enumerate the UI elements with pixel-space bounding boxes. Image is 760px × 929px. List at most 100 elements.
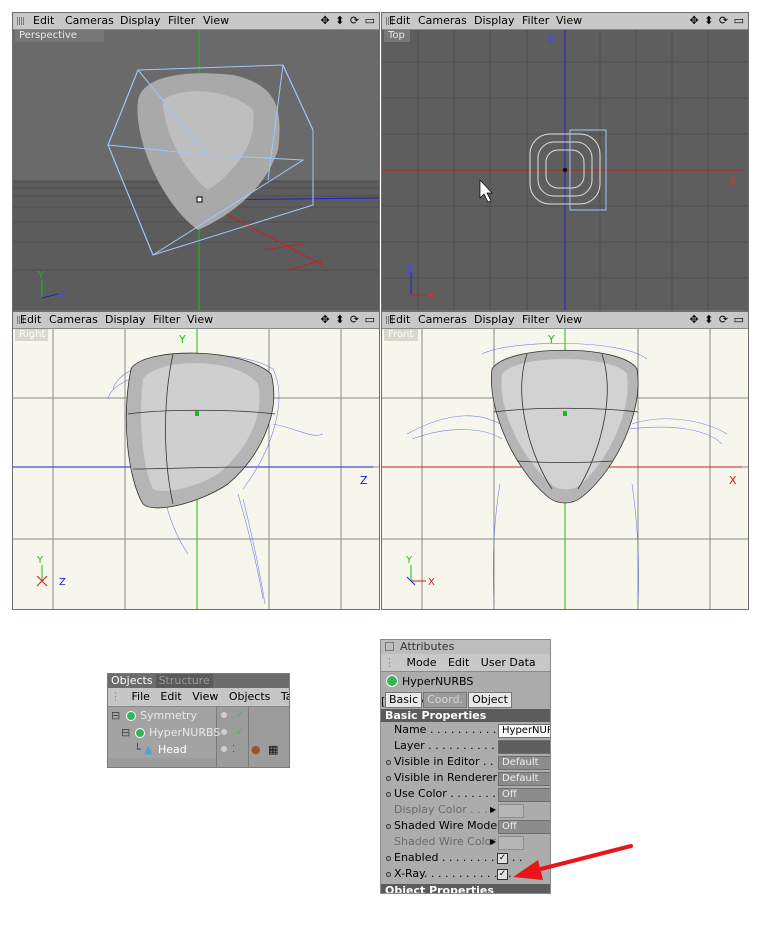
object-row-symmetry[interactable]: ⊟ Symmetry ⁚✓ (108, 707, 289, 724)
objects-manager-tabs: Objects Structure (108, 674, 289, 688)
visible-in-renderer-select[interactable]: Default (498, 772, 550, 786)
animation-dot-icon[interactable] (386, 856, 391, 861)
shaded-wire-mode-select[interactable]: Off (498, 820, 550, 834)
object-header: HyperNURBS [HyperNURBS] (381, 672, 550, 708)
animation-dot-icon[interactable] (386, 872, 391, 877)
menu-view[interactable]: View (203, 14, 229, 28)
texture-tag-icon[interactable]: ▦ (268, 741, 278, 758)
menu-display[interactable]: Display (105, 313, 146, 327)
menu-tags[interactable]: Tags (281, 690, 289, 703)
grip-icon: ⋮ (384, 656, 395, 669)
expand-arrow-icon[interactable]: ▶ (490, 802, 496, 818)
menu-file[interactable]: File (132, 690, 150, 703)
menu-display[interactable]: Display (474, 14, 515, 28)
animation-dot-icon[interactable] (386, 824, 391, 829)
material-tag-icon[interactable]: ● (251, 741, 261, 758)
navigation-icons[interactable]: ✥ ⬍ ⟳ ▭ (320, 13, 376, 29)
property-shaded-wire-mode: Shaded Wire Mode . . Off (381, 818, 550, 834)
menu-edit[interactable]: Edit (389, 14, 410, 28)
camera-label: Front (384, 329, 418, 341)
visibility-dot-icon[interactable] (221, 712, 227, 718)
object-row-hypernurbs[interactable]: ⊟ HyperNURBS ⁚✓ (108, 724, 289, 741)
top-scene: Z X Z X (382, 30, 748, 310)
menu-edit[interactable]: Edit (33, 14, 54, 28)
menu-filter[interactable]: Filter (168, 14, 195, 28)
tab-basic[interactable]: Basic (385, 692, 423, 708)
enabled-check-icon[interactable]: ⁚✓ (232, 724, 244, 741)
menu-display[interactable]: Display (120, 14, 161, 28)
menu-filter[interactable]: Filter (522, 313, 549, 327)
property-use-color: Use Color . . . . . . . . . . . Off (381, 786, 550, 802)
viewport-menubar: Edit Cameras Display Filter View ✥ ⬍ ⟳ ▭ (13, 312, 379, 329)
visibility-dot-icon[interactable] (221, 746, 227, 752)
tab-objects[interactable]: Objects (108, 674, 156, 688)
menu-edit[interactable]: Edit (160, 690, 181, 703)
menu-mode[interactable]: Mode (407, 656, 437, 669)
navigation-icons[interactable]: ✥ ⬍ ⟳ ▭ (689, 13, 745, 29)
camera-label: Top (384, 30, 410, 42)
camera-label: Perspective (15, 30, 104, 42)
menu-user-data[interactable]: User Data (481, 656, 536, 669)
property-label: Visible in Renderer . . (394, 771, 512, 784)
menu-cameras[interactable]: Cameras (418, 313, 467, 327)
expand-arrow-icon[interactable]: ▶ (490, 834, 496, 850)
name-field[interactable]: HyperNURBS (498, 724, 550, 738)
menu-filter[interactable]: Filter (153, 313, 180, 327)
tab-coord[interactable]: Coord. (423, 692, 468, 708)
corner-axis-x: X (428, 291, 435, 302)
menu-cameras[interactable]: Cameras (49, 313, 98, 327)
corner-axis-x: X (428, 577, 435, 588)
property-label: Shaded Wire Mode . . (394, 819, 512, 832)
polygon-icon: ▲ (144, 743, 153, 756)
tab-structure[interactable]: Structure (155, 674, 213, 688)
animation-dot-icon[interactable] (386, 792, 391, 797)
menu-filter[interactable]: Filter (522, 14, 549, 28)
tab-object[interactable]: Object (468, 692, 512, 708)
display-color-swatch[interactable] (498, 804, 524, 818)
viewport-perspective[interactable]: Edit Cameras Display Filter View ✥ ⬍ ⟳ ▭… (12, 12, 380, 311)
viewport-menubar: Edit Cameras Display Filter View ✥ ⬍ ⟳ ▭ (382, 312, 748, 329)
layer-field[interactable] (498, 740, 550, 754)
menu-display[interactable]: Display (474, 313, 515, 327)
objects-manager-menubar: ⋮ File Edit View Objects Tags (108, 688, 289, 707)
visible-in-editor-select[interactable]: Default (498, 756, 550, 770)
attribute-tabs: Basic Coord. Object (385, 692, 550, 708)
axis-label-y: Y (178, 333, 186, 346)
panel-icon (385, 642, 394, 651)
menu-view[interactable]: View (556, 14, 582, 28)
use-color-select[interactable]: Off (498, 788, 550, 802)
expand-toggle-icon[interactable]: ⊟ (121, 724, 130, 741)
menu-cameras[interactable]: Cameras (65, 14, 114, 28)
property-label: Visible in Editor . . . . . (394, 755, 515, 768)
object-row-head[interactable]: └ ▲ Head ⁚ ● ▦ (108, 741, 289, 758)
corner-axis-z: Z (59, 577, 66, 588)
objects-manager: Objects Structure ⋮ File Edit View Object… (107, 673, 290, 768)
viewport-right[interactable]: Edit Cameras Display Filter View ✥ ⬍ ⟳ ▭ (12, 311, 380, 610)
animation-dot-icon[interactable] (386, 760, 391, 765)
enabled-check-icon[interactable]: ⁚✓ (232, 707, 244, 724)
menu-edit[interactable]: Edit (448, 656, 469, 669)
navigation-icons[interactable]: ✥ ⬍ ⟳ ▭ (689, 312, 745, 328)
menu-cameras[interactable]: Cameras (418, 14, 467, 28)
expand-toggle-icon[interactable]: ⊟ (111, 707, 120, 724)
object-name: Head (158, 743, 187, 756)
layer-dots-icon: ⁚ (232, 744, 236, 755)
viewport-front[interactable]: Edit Cameras Display Filter View ✥ ⬍ ⟳ ▭ (381, 311, 749, 610)
menu-view[interactable]: View (192, 690, 218, 703)
menu-view[interactable]: View (556, 313, 582, 327)
viewport-menubar: Edit Cameras Display Filter View ✥ ⬍ ⟳ ▭ (382, 13, 748, 30)
attributes-titlebar: Attributes (381, 640, 550, 654)
menu-view[interactable]: View (187, 313, 213, 327)
viewport-menubar: Edit Cameras Display Filter View ✥ ⬍ ⟳ ▭ (13, 13, 379, 30)
viewport-top[interactable]: Edit Cameras Display Filter View ✥ ⬍ ⟳ ▭… (381, 12, 749, 311)
menu-objects[interactable]: Objects (229, 690, 271, 703)
camera-label: Right (15, 329, 48, 341)
menu-edit[interactable]: Edit (389, 313, 410, 327)
menu-edit[interactable]: Edit (20, 313, 41, 327)
navigation-icons[interactable]: ✥ ⬍ ⟳ ▭ (320, 312, 376, 328)
visibility-dot-icon[interactable] (221, 729, 227, 735)
property-name: Name . . . . . . . . . . . . . . . HyperN… (381, 722, 550, 738)
animation-dot-icon[interactable] (386, 776, 391, 781)
axis-label-y: Y (37, 270, 45, 281)
property-label: Display Color . . . . . (394, 803, 502, 816)
